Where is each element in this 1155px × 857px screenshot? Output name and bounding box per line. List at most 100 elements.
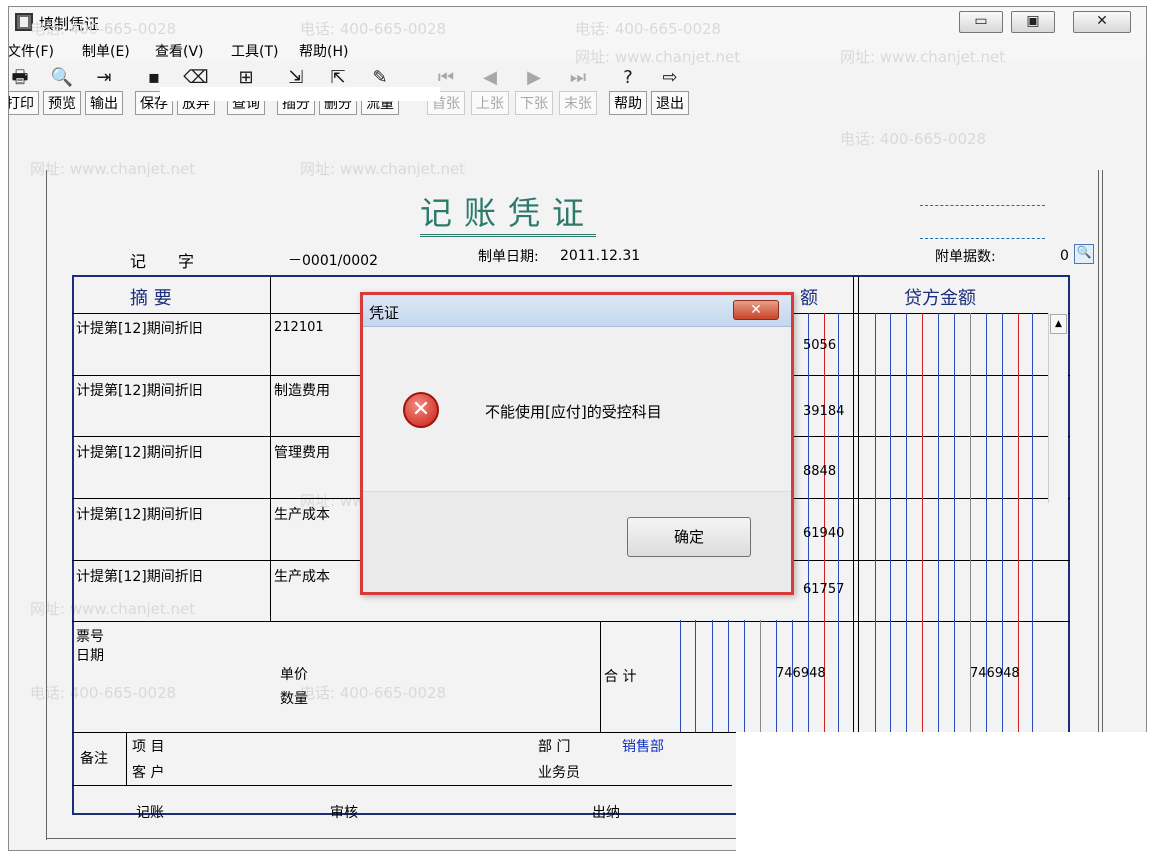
row-divider — [72, 621, 1070, 622]
reviewer-label: 审核 — [330, 805, 358, 821]
col-divider — [270, 277, 271, 622]
digit-rule — [906, 313, 907, 732]
row-debit[interactable]: 61757 — [803, 582, 844, 597]
export-button[interactable]: ⇥ 输出 — [85, 65, 123, 115]
total-label: 合 计 — [604, 669, 637, 685]
row-summary[interactable]: 计提第[12]期间折旧 — [76, 318, 203, 338]
bookkeeper-label: 记账 — [136, 805, 164, 821]
minimize-icon: ▭ — [974, 13, 988, 29]
close-button[interactable]: ✕ — [1073, 11, 1131, 33]
minimize-button[interactable]: ▭ — [959, 11, 1003, 33]
debit-total: 746948 — [776, 666, 826, 681]
digit-rule — [1032, 313, 1033, 732]
prev-page-button[interactable]: ◀ 上张 — [471, 65, 509, 115]
digit-rule — [695, 620, 696, 732]
error-dialog: 凭证 ✕ ✕ 不能使用[应付]的受控科目 确定 — [360, 292, 794, 595]
dotted-line — [920, 238, 1045, 239]
prev-page-icon: ◀ — [483, 67, 497, 88]
credit-total: 746948 — [970, 666, 1020, 681]
help-icon: ? — [623, 67, 633, 88]
menu-edit[interactable]: 制单(E) — [82, 41, 130, 61]
header-debit: 额 — [800, 288, 818, 309]
voucher-title: 记账凭证 — [420, 188, 597, 237]
digit-rule — [938, 313, 939, 732]
print-button[interactable]: 🖶 打印 — [9, 65, 39, 115]
row-summary[interactable]: 计提第[12]期间折旧 — [76, 442, 203, 462]
row-summary[interactable]: 计提第[12]期间折旧 — [76, 504, 203, 524]
row-account[interactable]: 管理费用 — [274, 442, 330, 462]
item-label: 项 目 — [132, 739, 165, 755]
menu-bar: 文件(F) 制单(E) 查看(V) 工具(T) 帮助(H) — [9, 37, 1146, 61]
col-divider — [600, 621, 601, 732]
price-label: 单价 — [280, 667, 308, 683]
exit-button[interactable]: ⇨ 退出 — [651, 65, 689, 115]
app-icon — [15, 13, 33, 31]
row-summary[interactable]: 计提第[12]期间折旧 — [76, 380, 203, 400]
dept-value[interactable]: 销售部 — [622, 736, 664, 756]
digit-rule — [744, 620, 745, 732]
voucher-number[interactable]: －0001/0002 — [288, 250, 378, 270]
dialog-title: 凭证 — [369, 304, 400, 322]
close-icon: ✕ — [750, 302, 762, 318]
last-page-button[interactable]: ⏭ 末张 — [559, 65, 597, 115]
frame-edge — [46, 170, 47, 840]
window-title: 填制凭证 — [39, 15, 100, 33]
dotted-line — [920, 205, 1045, 206]
col-divider — [853, 277, 854, 732]
dept-label: 部 门 — [538, 739, 571, 755]
row-account[interactable]: 生产成本 — [274, 566, 330, 586]
menu-file[interactable]: 文件(F) — [9, 41, 54, 61]
printer-icon: 🖶 — [11, 67, 29, 88]
exit-icon: ⇨ — [662, 67, 678, 88]
voucher-type[interactable]: 记 字 — [130, 248, 194, 272]
dialog-message: 不能使用[应付]的受控科目 — [485, 403, 662, 421]
row-debit[interactable]: 8848 — [803, 464, 836, 479]
attachments-label: 附单据数: — [935, 249, 996, 265]
row-account[interactable]: 制造费用 — [274, 380, 330, 400]
scroll-up-icon[interactable]: ▲ — [1050, 314, 1067, 334]
menu-view[interactable]: 查看(V) — [155, 41, 204, 61]
digit-rule — [760, 620, 761, 732]
preview-button[interactable]: 🔍 预览 — [43, 65, 81, 115]
qty-label: 数量 — [280, 691, 308, 707]
col-divider — [126, 732, 127, 785]
maximize-icon: ▣ — [1026, 13, 1040, 29]
ticket-label: 票号 — [76, 629, 104, 645]
digit-rule — [922, 313, 923, 732]
digit-rule — [875, 313, 876, 732]
date-label: 制单日期: — [478, 249, 539, 265]
next-page-button[interactable]: ▶ 下张 — [515, 65, 553, 115]
preview-icon: 🔍 — [50, 67, 74, 88]
vertical-scrollbar[interactable]: ▲ — [1048, 313, 1068, 503]
col-divider — [858, 277, 859, 732]
attachments-count[interactable]: 0 — [1060, 248, 1069, 264]
row-debit[interactable]: 39184 — [803, 404, 844, 419]
menu-tools[interactable]: 工具(T) — [231, 41, 278, 61]
title-bar: 填制凭证 ▭ ▣ ✕ — [9, 7, 1146, 37]
digit-rule — [954, 313, 955, 732]
cashier-label: 出纳 — [592, 805, 620, 821]
voucher-date[interactable]: 2011.12.31 — [560, 248, 640, 264]
digit-rule — [838, 313, 839, 732]
digit-rule — [680, 620, 681, 732]
ok-button[interactable]: 确定 — [627, 517, 751, 557]
menu-help[interactable]: 帮助(H) — [299, 41, 348, 61]
close-icon: ✕ — [1096, 13, 1108, 29]
row-account[interactable]: 生产成本 — [274, 504, 330, 524]
header-summary: 摘 要 — [130, 288, 172, 309]
maximize-button[interactable]: ▣ — [1011, 11, 1055, 33]
digit-rule — [728, 620, 729, 732]
customer-label: 客 户 — [132, 765, 165, 781]
digit-rule — [712, 620, 713, 732]
row-debit[interactable]: 5056 — [803, 338, 836, 353]
row-account[interactable]: 212101 — [274, 320, 324, 335]
error-icon: ✕ — [403, 392, 439, 428]
blank-area — [736, 732, 1155, 857]
search-icon[interactable]: 🔍 — [1074, 244, 1094, 264]
dialog-close-button[interactable]: ✕ — [733, 300, 779, 320]
help-button[interactable]: ? 帮助 — [609, 65, 647, 115]
header-credit: 贷方金额 — [904, 288, 976, 309]
row-summary[interactable]: 计提第[12]期间折旧 — [76, 566, 203, 586]
row-debit[interactable]: 61940 — [803, 526, 844, 541]
digit-rule — [890, 313, 891, 732]
